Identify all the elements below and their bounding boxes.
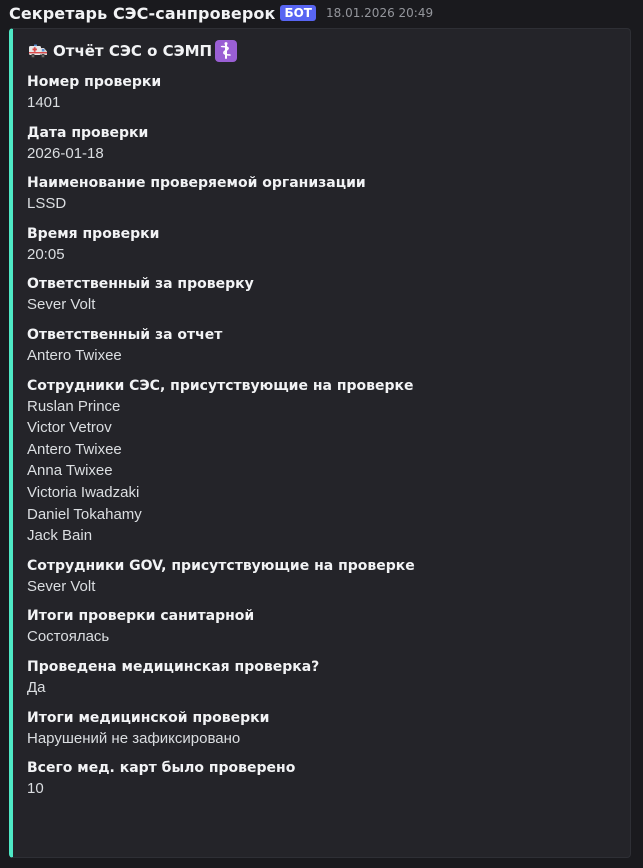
field-name: Ответственный за отчет <box>27 326 223 343</box>
field-value: 2026-01-18 <box>27 144 104 162</box>
field-name: Сотрудники GOV, присутствующие на провер… <box>27 557 415 574</box>
staff-name: Jack Bain <box>27 527 93 545</box>
field-name: Сотрудники СЭС, присутствующие на провер… <box>27 377 414 394</box>
field-value: 1401 <box>27 94 61 111</box>
field-name: Итоги проверки санитарной <box>27 608 255 625</box>
field-value: Нарушений не зафиксировано <box>27 729 241 747</box>
field-value: Sever Volt <box>27 577 96 595</box>
field-inspection-time: Время проверки 20:05 <box>27 224 616 266</box>
embed-card: Отчёт СЭС о СЭМП Номер проверки 1401 Дат… <box>9 28 631 858</box>
field-name: Итоги медицинской проверки <box>27 709 270 726</box>
bot-badge: БОТ <box>280 5 316 21</box>
embed-title: Отчёт СЭС о СЭМП <box>27 40 238 62</box>
field-responsible-inspection: Ответственный за проверку Sever Volt <box>27 274 616 316</box>
staff-name: Antero Twixee <box>27 440 122 458</box>
field-name: Номер проверки <box>27 74 162 90</box>
field-value: Да <box>27 678 46 696</box>
field-medical-conducted: Проведена медицинская проверка? Да <box>27 657 616 699</box>
field-medical-cards-count: Всего мед. карт было проверено 10 <box>27 758 616 800</box>
message-timestamp[interactable]: 18.01.2026 20:49 <box>326 6 433 20</box>
staff-name: Anna Twixee <box>27 462 113 480</box>
field-responsible-report: Ответственный за отчет Antero Twixee <box>27 325 616 367</box>
author-name[interactable]: Секретарь СЭС-санпроверок <box>9 4 275 23</box>
field-name: Наименование проверяемой организации <box>27 175 366 192</box>
field-value: 20:05 <box>27 245 65 263</box>
staff-name: Victor Vetrov <box>27 419 112 437</box>
message-header: Секретарь СЭС-санпроверок БОТ 18.01.2026… <box>0 0 433 26</box>
field-name: Проведена медицинская проверка? <box>27 658 320 675</box>
medical-symbol-icon <box>215 40 238 62</box>
field-value-list: Ruslan Prince Victor Vetrov Antero Twixe… <box>27 396 616 547</box>
field-medical-result: Итоги медицинской проверки Нарушений не … <box>27 708 616 750</box>
field-ses-staff: Сотрудники СЭС, присутствующие на провер… <box>27 376 616 547</box>
field-gov-staff: Сотрудники GOV, присутствующие на провер… <box>27 556 616 598</box>
embed-title-text: Отчёт СЭС о СЭМП <box>53 42 213 60</box>
field-name: Ответственный за проверку <box>27 276 254 293</box>
embed-fields: Номер проверки 1401 Дата проверки 2026-0… <box>27 72 616 809</box>
field-name: Всего мед. карт было проверено <box>27 760 296 777</box>
field-value: Состоялась <box>27 628 110 646</box>
ambulance-icon <box>27 40 49 62</box>
field-inspection-number: Номер проверки 1401 <box>27 72 616 114</box>
field-value: Sever Volt <box>27 296 96 314</box>
field-organization: Наименование проверяемой организации LSS… <box>27 173 616 215</box>
field-name: Время проверки <box>27 225 160 242</box>
field-value: Antero Twixee <box>27 346 122 364</box>
field-value: 10 <box>27 780 44 798</box>
staff-name: Daniel Tokahamy <box>27 505 142 523</box>
field-inspection-date: Дата проверки 2026-01-18 <box>27 123 616 165</box>
staff-name: Ruslan Prince <box>27 397 121 415</box>
field-sanitary-result: Итоги проверки санитарной Состоялась <box>27 606 616 648</box>
field-name: Дата проверки <box>27 124 149 141</box>
field-value: LSSD <box>27 195 67 213</box>
staff-name: Victoria Iwadzaki <box>27 483 140 501</box>
